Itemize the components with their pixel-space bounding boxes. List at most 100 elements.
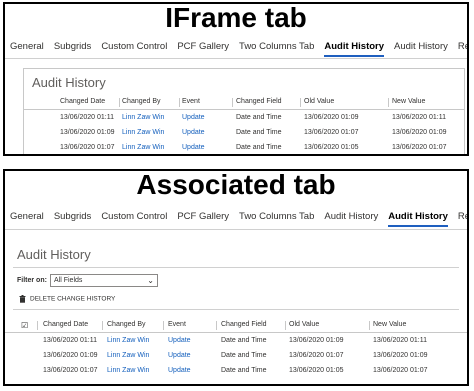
col-event[interactable]: Event xyxy=(168,321,186,328)
cell-event-link[interactable]: Update xyxy=(182,144,205,151)
col-changed-by[interactable]: Changed By xyxy=(122,98,161,105)
filter-select[interactable]: All Fields ⌄ xyxy=(50,274,158,287)
filter-label: Filter on: xyxy=(17,277,47,284)
col-separator xyxy=(119,98,120,107)
tab-audit-history-iframe[interactable]: Audit History xyxy=(319,39,389,57)
cell-new-value: 13/06/2020 01:07 xyxy=(392,144,447,151)
tab-two-columns[interactable]: Two Columns Tab xyxy=(234,209,319,225)
tab-subgrids[interactable]: Subgrids xyxy=(49,39,97,55)
section-divider xyxy=(13,267,459,268)
col-separator xyxy=(285,321,286,330)
cell-date: 13/06/2020 01:11 xyxy=(43,337,97,344)
cell-old-value: 13/06/2020 01:07 xyxy=(304,129,359,136)
cell-date: 13/06/2020 01:11 xyxy=(60,114,114,121)
tab-divider xyxy=(5,229,467,230)
cell-old-value: 13/06/2020 01:05 xyxy=(289,367,344,374)
cell-field: Date and Time xyxy=(221,337,267,344)
cell-field: Date and Time xyxy=(221,367,267,374)
iframe-tab-panel: IFrame tab General Subgrids Custom Contr… xyxy=(3,2,469,156)
tab-pcf-gallery[interactable]: PCF Gallery xyxy=(172,209,234,225)
col-old-value[interactable]: Old Value xyxy=(304,98,334,105)
cell-new-value: 13/06/2020 01:11 xyxy=(373,337,427,344)
audit-grid: Changed Date Changed By Event Changed Fi… xyxy=(24,95,464,154)
col-separator xyxy=(37,321,38,330)
cell-event-link[interactable]: Update xyxy=(182,129,205,136)
filter-value: All Fields xyxy=(54,277,83,284)
cell-date: 13/06/2020 01:09 xyxy=(60,129,115,136)
cell-user-link[interactable]: Linn Zaw Win xyxy=(107,367,149,374)
tab-custom-control[interactable]: Custom Control xyxy=(96,209,172,225)
tab-general[interactable]: General xyxy=(5,39,49,55)
command-divider xyxy=(13,309,459,310)
grid-header: Changed Date Changed By Event Changed Fi… xyxy=(24,95,464,110)
tab-pcf-gallery[interactable]: PCF Gallery xyxy=(172,39,234,55)
col-changed-field[interactable]: Changed Field xyxy=(221,321,267,328)
col-changed-date[interactable]: Changed Date xyxy=(43,321,88,328)
grid-header: ☑ Changed Date Changed By Event Changed … xyxy=(5,318,467,333)
chevron-down-icon: ⌄ xyxy=(147,276,154,285)
col-separator xyxy=(388,98,389,107)
tab-audit-history-associated[interactable]: Audit History xyxy=(383,209,453,227)
tab-custom-control[interactable]: Custom Control xyxy=(96,39,172,55)
cell-user-link[interactable]: Linn Zaw Win xyxy=(122,129,164,136)
cell-date: 13/06/2020 01:09 xyxy=(43,352,98,359)
cell-field: Date and Time xyxy=(236,129,282,136)
cell-event-link[interactable]: Update xyxy=(168,367,191,374)
col-changed-by[interactable]: Changed By xyxy=(107,321,146,328)
cell-user-link[interactable]: Linn Zaw Win xyxy=(107,352,149,359)
col-separator xyxy=(179,98,180,107)
cell-date: 13/06/2020 01:07 xyxy=(60,144,115,151)
panel-title: Associated tab xyxy=(136,169,336,200)
cell-user-link[interactable]: Linn Zaw Win xyxy=(122,144,164,151)
header-checkbox[interactable]: ☑ xyxy=(21,321,28,330)
associated-tab-panel: Associated tab General Subgrids Custom C… xyxy=(3,169,469,386)
cell-old-value: 13/06/2020 01:07 xyxy=(289,352,344,359)
tab-audit-history-associated[interactable]: Audit History xyxy=(389,39,453,55)
cell-field: Date and Time xyxy=(236,144,282,151)
cell-user-link[interactable]: Linn Zaw Win xyxy=(107,337,149,344)
cell-new-value: 13/06/2020 01:09 xyxy=(373,352,428,359)
tab-audit-history-iframe[interactable]: Audit History xyxy=(319,209,383,225)
cell-event-link[interactable]: Update xyxy=(182,114,205,121)
tab-subgrids[interactable]: Subgrids xyxy=(49,209,97,225)
tab-bar: General Subgrids Custom Control PCF Gall… xyxy=(5,209,467,227)
table-row[interactable]: 13/06/2020 01:11 Linn Zaw Win Update Dat… xyxy=(5,333,467,348)
audit-grid: ☑ Changed Date Changed By Event Changed … xyxy=(5,318,467,378)
col-separator xyxy=(102,321,103,330)
trash-icon xyxy=(19,295,26,303)
cell-field: Date and Time xyxy=(236,114,282,121)
cell-old-value: 13/06/2020 01:09 xyxy=(304,114,359,121)
tab-general[interactable]: General xyxy=(5,209,49,225)
cell-field: Date and Time xyxy=(221,352,267,359)
tab-related[interactable]: Related xyxy=(453,209,467,225)
section-title: Audit History xyxy=(17,247,91,262)
cell-event-link[interactable]: Update xyxy=(168,337,191,344)
col-changed-date[interactable]: Changed Date xyxy=(60,98,105,105)
col-new-value[interactable]: New Value xyxy=(373,321,406,328)
col-separator xyxy=(300,98,301,107)
cell-old-value: 13/06/2020 01:09 xyxy=(289,337,344,344)
tab-related[interactable]: Related xyxy=(453,39,467,55)
col-separator xyxy=(369,321,370,330)
col-changed-field[interactable]: Changed Field xyxy=(236,98,282,105)
audit-history-card: Audit History Changed Date Changed By Ev… xyxy=(23,68,465,154)
cell-user-link[interactable]: Linn Zaw Win xyxy=(122,114,164,121)
table-row[interactable]: 13/06/2020 01:07 Linn Zaw Win Update Dat… xyxy=(24,140,464,154)
cell-new-value: 13/06/2020 01:09 xyxy=(392,129,447,136)
col-separator xyxy=(216,321,217,330)
table-row[interactable]: 13/06/2020 01:11 Linn Zaw Win Update Dat… xyxy=(24,110,464,125)
delete-change-history-button[interactable]: DELETE CHANGE HISTORY xyxy=(19,295,115,303)
cell-old-value: 13/06/2020 01:05 xyxy=(304,144,359,151)
col-new-value[interactable]: New Value xyxy=(392,98,425,105)
cell-event-link[interactable]: Update xyxy=(168,352,191,359)
table-row[interactable]: 13/06/2020 01:09 Linn Zaw Win Update Dat… xyxy=(5,348,467,363)
cell-date: 13/06/2020 01:07 xyxy=(43,367,98,374)
panel-title: IFrame tab xyxy=(165,2,307,33)
col-event[interactable]: Event xyxy=(182,98,200,105)
tab-two-columns[interactable]: Two Columns Tab xyxy=(234,39,319,55)
col-old-value[interactable]: Old Value xyxy=(289,321,319,328)
section-title: Audit History xyxy=(32,75,106,90)
cell-new-value: 13/06/2020 01:07 xyxy=(373,367,428,374)
table-row[interactable]: 13/06/2020 01:09 Linn Zaw Win Update Dat… xyxy=(24,125,464,140)
table-row[interactable]: 13/06/2020 01:07 Linn Zaw Win Update Dat… xyxy=(5,363,467,378)
